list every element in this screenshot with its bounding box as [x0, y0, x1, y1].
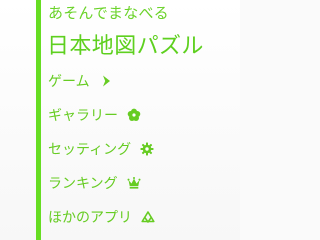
chevron-right-icon — [98, 73, 114, 89]
menu-item-label: ゲーム — [48, 74, 90, 90]
menu-item-label: ほかのアプリ — [48, 210, 132, 226]
menu-item-label: セッティング — [48, 142, 132, 158]
app-subtitle: あそんでまなべる — [48, 4, 169, 22]
menu-item-game[interactable]: ゲーム — [48, 64, 236, 98]
menu-item-label: ランキング — [48, 176, 118, 192]
menu-item-gallery[interactable]: ギャラリー — [48, 98, 236, 132]
menu-item-ranking[interactable]: ランキング — [48, 166, 236, 200]
accent-bar — [36, 0, 41, 240]
app-screen: あそんでまなべる 日本地図パズル ゲーム ギャラリー セッティング ランキング … — [0, 0, 240, 240]
app-title: 日本地図パズル — [47, 34, 204, 59]
gear-icon — [139, 141, 155, 157]
flower-icon — [126, 107, 142, 123]
menu-item-label: ギャラリー — [48, 108, 118, 124]
menu-item-settings[interactable]: セッティング — [48, 132, 236, 166]
crown-icon — [126, 175, 142, 191]
menu-item-other-apps[interactable]: ほかのアプリ — [48, 200, 236, 234]
main-menu: ゲーム ギャラリー セッティング ランキング ほかのアプリ — [48, 64, 236, 234]
apps-icon — [140, 209, 156, 225]
